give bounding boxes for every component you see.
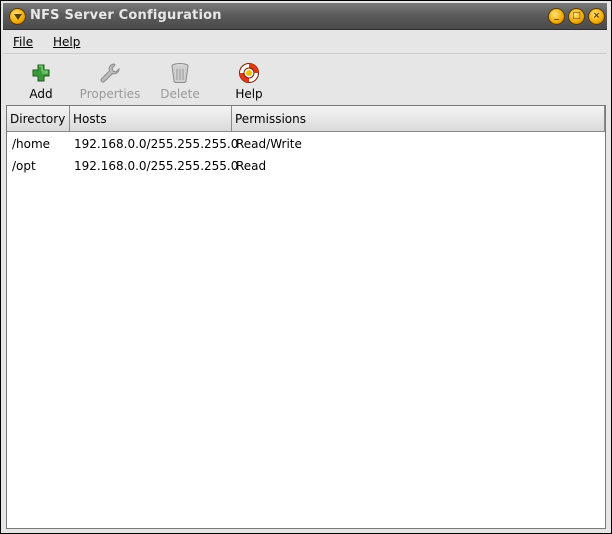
- delete-button[interactable]: Delete: [153, 55, 207, 103]
- cell-directory: /home: [12, 137, 51, 151]
- nfs-config-window: NFS Server Configuration _ □ × File Help…: [0, 0, 612, 534]
- minimize-icon[interactable]: _: [548, 8, 565, 25]
- cell-hosts: 192.168.0.0/255.255.255.0: [74, 137, 239, 151]
- title-bar[interactable]: NFS Server Configuration _ □ ×: [3, 3, 607, 30]
- wrench-icon: [100, 63, 120, 83]
- plus-icon: [32, 64, 50, 82]
- menu-file-label: File: [13, 35, 34, 49]
- properties-button[interactable]: Properties: [77, 55, 143, 103]
- cell-permissions: Read: [236, 159, 267, 173]
- window-title: NFS Server Configuration: [30, 8, 222, 23]
- menu-bar: File Help: [3, 31, 607, 54]
- column-header-hosts[interactable]: Hosts: [70, 106, 232, 132]
- exports-list[interactable]: Directory Hosts Permissions /home 192.16…: [6, 105, 606, 529]
- close-icon[interactable]: ×: [588, 8, 605, 25]
- column-header-directory[interactable]: Directory: [7, 106, 70, 132]
- cell-hosts: 192.168.0.0/255.255.255.0: [74, 159, 239, 173]
- cell-directory: /opt: [12, 159, 36, 173]
- help-button[interactable]: Help: [221, 55, 277, 103]
- cell-permissions: Read/Write: [236, 137, 302, 151]
- menu-help[interactable]: Help: [53, 35, 80, 49]
- menu-help-label: Help: [53, 35, 81, 49]
- lifebuoy-icon: [239, 63, 259, 83]
- properties-button-label: Properties: [79, 87, 141, 101]
- help-button-label: Help: [235, 87, 263, 101]
- add-button-label: Add: [29, 87, 53, 101]
- trash-icon: [171, 63, 189, 83]
- delete-button-label: Delete: [160, 87, 200, 101]
- column-header-permissions[interactable]: Permissions: [232, 106, 605, 132]
- add-button[interactable]: Add: [13, 55, 69, 103]
- toolbar: Add Properties Delete Help: [3, 55, 607, 103]
- maximize-icon[interactable]: □: [568, 8, 585, 25]
- menu-file[interactable]: File: [13, 35, 33, 49]
- window-menu-icon[interactable]: [9, 8, 26, 25]
